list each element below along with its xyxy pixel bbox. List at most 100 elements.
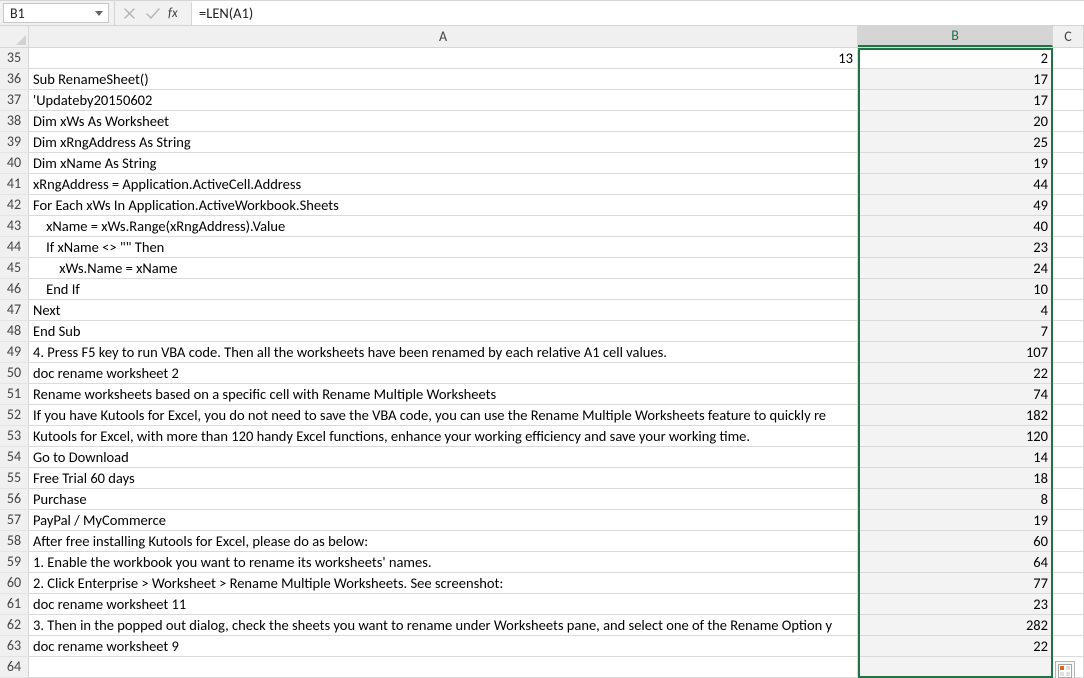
cell-b[interactable]: 17 xyxy=(858,69,1053,90)
row-header[interactable]: 41 xyxy=(0,174,29,195)
cell-c[interactable] xyxy=(1053,363,1084,384)
cell-a[interactable]: Sub RenameSheet() xyxy=(29,69,858,90)
cell-c[interactable] xyxy=(1053,132,1084,153)
cell-b[interactable]: 49 xyxy=(858,195,1053,216)
cell-a[interactable]: xRngAddress = Application.ActiveCell.Add… xyxy=(29,174,858,195)
row-header[interactable]: 60 xyxy=(0,573,29,594)
cell-c[interactable] xyxy=(1053,405,1084,426)
cell-a[interactable]: doc rename worksheet 11 xyxy=(29,594,858,615)
cell-c[interactable] xyxy=(1053,636,1084,657)
cell-b[interactable]: 74 xyxy=(858,384,1053,405)
cell-a[interactable]: End If xyxy=(29,279,858,300)
cell-a[interactable]: Next xyxy=(29,300,858,321)
cell-b[interactable]: 2 xyxy=(858,48,1053,69)
name-box-wrap[interactable] xyxy=(3,3,109,23)
cell-b[interactable]: 17 xyxy=(858,90,1053,111)
row-header[interactable]: 38 xyxy=(0,111,29,132)
cell-a[interactable]: Dim xRngAddress As String xyxy=(29,132,858,153)
quick-analysis-icon[interactable] xyxy=(1055,661,1075,678)
cell-b[interactable]: 25 xyxy=(858,132,1053,153)
cell-a[interactable]: doc rename worksheet 9 xyxy=(29,636,858,657)
row-header[interactable]: 43 xyxy=(0,216,29,237)
cell-b[interactable]: 60 xyxy=(858,531,1053,552)
cell-b[interactable]: 44 xyxy=(858,174,1053,195)
cell-b[interactable]: 19 xyxy=(858,153,1053,174)
cell-c[interactable] xyxy=(1053,69,1084,90)
cell-b[interactable]: 24 xyxy=(858,258,1053,279)
cell-a[interactable]: 4. Press F5 key to run VBA code. Then al… xyxy=(29,342,858,363)
row-header[interactable]: 56 xyxy=(0,489,29,510)
row-header[interactable]: 37 xyxy=(0,90,29,111)
cell-a[interactable]: 3. Then in the popped out dialog, check … xyxy=(29,615,858,636)
row-header[interactable]: 63 xyxy=(0,636,29,657)
cell-b[interactable]: 282 xyxy=(858,615,1053,636)
row-header[interactable]: 35 xyxy=(0,48,29,69)
cell-c[interactable] xyxy=(1053,447,1084,468)
row-header[interactable]: 59 xyxy=(0,552,29,573)
cell-c[interactable] xyxy=(1053,237,1084,258)
cell-a[interactable]: Dim xName As String xyxy=(29,153,858,174)
cell-a[interactable]: Dim xWs As Worksheet xyxy=(29,111,858,132)
row-header[interactable]: 45 xyxy=(0,258,29,279)
cell-c[interactable] xyxy=(1053,48,1084,69)
row-header[interactable]: 50 xyxy=(0,363,29,384)
cell-b[interactable]: 23 xyxy=(858,237,1053,258)
cell-b[interactable]: 19 xyxy=(858,510,1053,531)
row-header[interactable]: 55 xyxy=(0,468,29,489)
cell-a[interactable]: Go to Download xyxy=(29,447,858,468)
row-header[interactable]: 39 xyxy=(0,132,29,153)
cell-a[interactable]: Kutools for Excel, with more than 120 ha… xyxy=(29,426,858,447)
cell-c[interactable] xyxy=(1053,153,1084,174)
cell-b[interactable]: 14 xyxy=(858,447,1053,468)
formula-input[interactable] xyxy=(199,4,1083,22)
cell-c[interactable] xyxy=(1053,90,1084,111)
cell-b[interactable]: 7 xyxy=(858,321,1053,342)
col-header-b[interactable]: B xyxy=(858,26,1053,47)
cell-a[interactable]: End Sub xyxy=(29,321,858,342)
cell-c[interactable] xyxy=(1053,258,1084,279)
row-header[interactable]: 48 xyxy=(0,321,29,342)
row-header[interactable]: 57 xyxy=(0,510,29,531)
cell-c[interactable] xyxy=(1053,195,1084,216)
cell-a[interactable] xyxy=(29,657,858,678)
cell-a[interactable]: xName = xWs.Range(xRngAddress).Value xyxy=(29,216,858,237)
row-header[interactable]: 54 xyxy=(0,447,29,468)
cell-c[interactable] xyxy=(1053,594,1084,615)
cell-c[interactable] xyxy=(1053,111,1084,132)
row-header[interactable]: 51 xyxy=(0,384,29,405)
row-header[interactable]: 49 xyxy=(0,342,29,363)
cell-b[interactable]: 77 xyxy=(858,573,1053,594)
cell-c[interactable] xyxy=(1053,216,1084,237)
cell-b[interactable]: 22 xyxy=(858,636,1053,657)
cell-a[interactable]: If xName <> "" Then xyxy=(29,237,858,258)
cell-c[interactable] xyxy=(1053,615,1084,636)
select-all-corner[interactable] xyxy=(0,26,29,47)
cell-b[interactable]: 107 xyxy=(858,342,1053,363)
cell-b[interactable]: 23 xyxy=(858,594,1053,615)
row-header[interactable]: 52 xyxy=(0,405,29,426)
cell-a[interactable]: After free installing Kutools for Excel,… xyxy=(29,531,858,552)
cell-b[interactable]: 10 xyxy=(858,279,1053,300)
fx-icon[interactable]: fx xyxy=(165,2,189,24)
cell-b[interactable]: 8 xyxy=(858,489,1053,510)
cell-b[interactable]: 120 xyxy=(858,426,1053,447)
cell-c[interactable] xyxy=(1053,342,1084,363)
row-header[interactable]: 58 xyxy=(0,531,29,552)
cell-a[interactable]: For Each xWs In Application.ActiveWorkbo… xyxy=(29,195,858,216)
cell-a[interactable]: If you have Kutools for Excel, you do no… xyxy=(29,405,858,426)
cell-c[interactable] xyxy=(1053,552,1084,573)
cell-b[interactable]: 22 xyxy=(858,363,1053,384)
cell-c[interactable] xyxy=(1053,279,1084,300)
cell-a[interactable]: 1. Enable the workbook you want to renam… xyxy=(29,552,858,573)
spreadsheet-grid[interactable]: A B C 3513236Sub RenameSheet()1737'Updat… xyxy=(0,26,1084,678)
cell-a[interactable]: PayPal / MyCommerce xyxy=(29,510,858,531)
cell-a[interactable]: 13 xyxy=(29,48,858,69)
cell-a[interactable]: 2. Click Enterprise > Worksheet > Rename… xyxy=(29,573,858,594)
cell-c[interactable] xyxy=(1053,531,1084,552)
cell-c[interactable] xyxy=(1053,174,1084,195)
cell-a[interactable]: Rename worksheets based on a specific ce… xyxy=(29,384,858,405)
row-header[interactable]: 42 xyxy=(0,195,29,216)
cell-b[interactable]: 20 xyxy=(858,111,1053,132)
cell-c[interactable] xyxy=(1053,300,1084,321)
name-box-dropdown-icon[interactable] xyxy=(92,6,106,20)
